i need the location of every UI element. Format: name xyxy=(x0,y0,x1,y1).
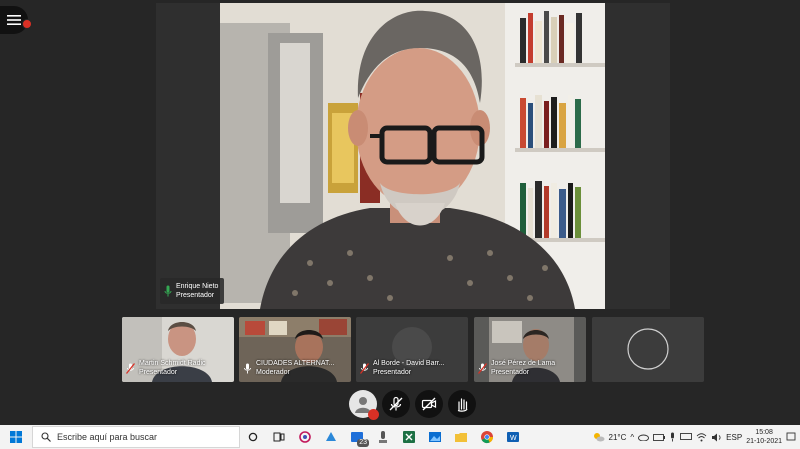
app-icon xyxy=(326,432,336,441)
clock-time: 15:08 xyxy=(755,429,773,436)
participant-role: Presentador xyxy=(139,369,178,376)
app-badge: 23 xyxy=(357,439,369,447)
cortana-button[interactable] xyxy=(240,425,266,449)
main-speaker-video xyxy=(220,3,605,309)
clock-date: 21-10-2021 xyxy=(746,438,782,445)
microphone-icon[interactable] xyxy=(669,432,676,442)
camera-toggle-button[interactable] xyxy=(415,390,443,418)
mic-icon xyxy=(244,363,251,373)
mic-toggle-button[interactable] xyxy=(382,390,410,418)
search-icon xyxy=(41,432,51,442)
main-speaker-name: Enrique Nieto xyxy=(176,283,219,290)
participant-tile[interactable]: Al Borde - David Barr... Presentador xyxy=(356,317,468,382)
search-placeholder: Escribe aquí para buscar xyxy=(57,432,158,442)
empty-slot xyxy=(592,317,704,382)
participant-tile[interactable]: José Pérez de Lama Presentador xyxy=(474,317,586,382)
svg-text:W: W xyxy=(510,435,517,442)
chevron-up-icon[interactable]: ^ xyxy=(630,433,634,442)
participant-name: Martin Schmidt Radic xyxy=(139,360,206,367)
speaker-icon[interactable] xyxy=(711,433,722,442)
app-icon xyxy=(299,431,311,443)
taskbar-app[interactable] xyxy=(422,425,448,449)
participant-role: Presentador xyxy=(373,369,412,376)
participant-role: Presentador xyxy=(491,369,530,376)
weather-icon xyxy=(593,433,605,442)
battery-icon[interactable] xyxy=(653,433,666,441)
raise-hand-icon xyxy=(457,398,468,412)
empty-tile xyxy=(592,317,704,382)
camera-off-icon xyxy=(421,397,437,411)
taskbar-app[interactable]: 23 xyxy=(344,425,370,449)
participant-name: CIUDADES ALTERNAT... xyxy=(256,360,335,367)
taskbar-app[interactable] xyxy=(448,425,474,449)
taskbar-app[interactable] xyxy=(292,425,318,449)
photos-icon xyxy=(429,432,441,442)
mic-active-icon xyxy=(164,285,172,297)
participant-name: José Pérez de Lama xyxy=(491,360,556,367)
taskbar: Escribe aquí para buscar 23 W 21°C ^ ESP… xyxy=(0,425,800,449)
raise-hand-button[interactable] xyxy=(448,390,476,418)
mic-muted-icon xyxy=(126,362,135,374)
file-explorer-icon xyxy=(455,433,467,442)
notification-badge xyxy=(22,19,32,29)
hamburger-icon xyxy=(7,15,21,25)
participant-tile[interactable]: CIUDADES ALTERNAT... Moderador xyxy=(239,317,351,382)
task-view-icon xyxy=(273,432,285,442)
participant-tile[interactable]: Martin Schmidt Radic Presentador xyxy=(122,317,234,382)
participant-name: Al Borde - David Barr... xyxy=(373,360,445,367)
language-indicator[interactable]: ESP xyxy=(726,433,742,442)
task-view-button[interactable] xyxy=(266,425,292,449)
taskbar-app[interactable] xyxy=(396,425,422,449)
taskbar-app[interactable] xyxy=(474,425,500,449)
start-button[interactable] xyxy=(0,425,32,449)
chrome-icon xyxy=(481,431,494,444)
mic-muted-icon xyxy=(478,362,487,374)
taskbar-app[interactable]: W xyxy=(500,425,526,449)
main-speaker-nametag: Enrique Nieto Presentador xyxy=(160,278,225,304)
network-icon[interactable] xyxy=(680,433,693,441)
cloud-icon[interactable] xyxy=(638,433,650,441)
mic-muted-icon xyxy=(360,362,369,374)
wifi-icon[interactable] xyxy=(696,432,707,442)
cortana-icon xyxy=(248,432,258,442)
outlook-icon: W xyxy=(507,432,519,442)
windows-logo-icon xyxy=(10,431,22,443)
self-avatar-button[interactable] xyxy=(349,390,379,420)
system-tray: 21°C ^ ESP 15:08 21-10-2021 xyxy=(593,425,800,449)
weather-temp[interactable]: 21°C xyxy=(609,433,627,442)
excel-icon xyxy=(403,431,415,443)
participant-role: Moderador xyxy=(256,369,290,376)
main-speaker-role: Presentador xyxy=(176,292,215,299)
notifications-icon[interactable] xyxy=(786,432,796,442)
avatar-status-badge xyxy=(368,409,379,420)
clock[interactable]: 15:08 21-10-2021 xyxy=(746,428,782,446)
app-icon xyxy=(379,431,387,443)
mic-off-icon xyxy=(389,396,403,411)
taskbar-app[interactable] xyxy=(370,425,396,449)
taskbar-search[interactable]: Escribe aquí para buscar xyxy=(32,426,240,448)
taskbar-app[interactable] xyxy=(318,425,344,449)
